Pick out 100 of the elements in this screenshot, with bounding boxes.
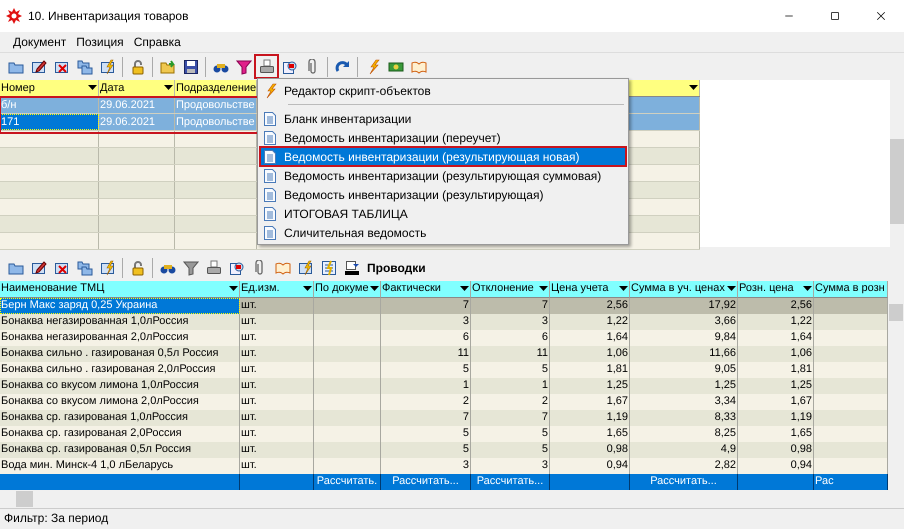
document-icon: [262, 168, 278, 184]
lightning-page-icon[interactable]: [298, 260, 314, 276]
menu-item[interactable]: ИТОГОВАЯ ТАБЛИЦА: [260, 204, 626, 223]
magnifier-icon[interactable]: [282, 58, 298, 74]
table-cell: [314, 410, 381, 426]
pencil-page-icon[interactable]: [30, 260, 46, 276]
padlock-icon[interactable]: [130, 58, 146, 74]
dropdown-caret-icon[interactable]: [727, 286, 736, 292]
table-cell: 29.06.2021: [99, 114, 175, 130]
total-cell[interactable]: Рассчитать...: [630, 474, 738, 490]
table-cell: 8,25: [630, 426, 738, 442]
folders-icon[interactable]: [76, 58, 92, 74]
column-header[interactable]: Ед.изм.: [240, 281, 314, 298]
table-cell: 11: [471, 346, 550, 362]
table-cell: [314, 314, 381, 330]
column-header[interactable]: Отклонение: [471, 281, 550, 298]
close-icon[interactable]: [875, 10, 887, 22]
table-cell: [314, 378, 381, 394]
column-header[interactable]: Дата: [99, 80, 175, 96]
table-cell: 1,06: [738, 346, 814, 362]
floppy-icon[interactable]: [182, 58, 198, 74]
document-icon: [262, 110, 278, 126]
table-cell: Бонаква негазированная 2,0лРоссия: [0, 330, 240, 346]
dropdown-caret-icon[interactable]: [689, 85, 698, 91]
table-cell: 5: [381, 426, 471, 442]
table-cell: 11: [381, 346, 471, 362]
table-cell: 171: [0, 114, 99, 130]
document-icon: [262, 148, 278, 164]
column-header[interactable]: Розн. цена: [738, 281, 814, 298]
checklist-icon[interactable]: [320, 260, 336, 276]
table-cell: 7: [471, 298, 550, 314]
dropdown-caret-icon[interactable]: [803, 286, 812, 292]
pencil-page-icon[interactable]: [30, 58, 46, 74]
magnifier-icon[interactable]: [228, 260, 244, 276]
table-cell: Бонаква сильно . газированая 0,5л Россия: [0, 346, 240, 362]
dropdown-caret-icon[interactable]: [164, 85, 173, 91]
dropdown-caret-icon[interactable]: [303, 286, 312, 292]
menu-item[interactable]: Бланк инвентаризации: [260, 109, 626, 128]
book-icon[interactable]: [410, 58, 426, 74]
padlock-icon[interactable]: [130, 260, 146, 276]
table-cell: шт.: [240, 458, 314, 474]
menu-item[interactable]: Сличительная ведомость: [260, 223, 626, 242]
dropdown-caret-icon[interactable]: [229, 286, 238, 292]
table-cell: Продовольстве: [175, 114, 257, 130]
column-header[interactable]: Цена учета: [550, 281, 630, 298]
table-cell: 2: [381, 394, 471, 410]
total-cell[interactable]: Рассчитать...: [381, 474, 471, 490]
menu-item[interactable]: Справка: [128, 32, 186, 52]
table-cell: 2: [471, 394, 550, 410]
column-header[interactable]: Наименование ТМЦ: [0, 281, 240, 298]
postings-button[interactable]: Проводки: [367, 258, 426, 276]
table-cell: 3: [471, 458, 550, 474]
menu-item[interactable]: Документ: [8, 32, 72, 52]
dropdown-caret-icon[interactable]: [619, 286, 628, 292]
column-header[interactable]: Номер: [0, 80, 99, 96]
table-cell: 0,94: [738, 458, 814, 474]
table-cell: 1,67: [738, 394, 814, 410]
menu-item[interactable]: Ведомость инвентаризации (переучет): [260, 128, 626, 147]
column-header[interactable]: Сумма в розн: [814, 281, 888, 298]
dropdown-caret-icon[interactable]: [539, 286, 548, 292]
column-header[interactable]: По докуме: [314, 281, 381, 298]
table-cell: Бонаква ср. газированая 0,5л Россия: [0, 442, 240, 458]
dropdown-caret-icon[interactable]: [460, 286, 469, 292]
menu-item[interactable]: Ведомость инвентаризации (результирующая новая): [260, 147, 626, 166]
table-cell: 1,25: [738, 378, 814, 394]
total-cell[interactable]: Рассчитать.: [314, 474, 381, 490]
column-header[interactable]: Фактически: [381, 281, 471, 298]
table-cell: Бонаква ср. газированая 1,0лРоссия: [0, 410, 240, 426]
lightning-page-icon[interactable]: [100, 58, 116, 74]
table-cell: Бонаква со вкусом лимона 2,0лРоссия: [0, 394, 240, 410]
total-cell[interactable]: Рассчитать...: [471, 474, 550, 490]
binary-page-icon[interactable]: [344, 260, 360, 276]
folders-icon[interactable]: [76, 260, 92, 276]
dropdown-caret-icon[interactable]: [370, 286, 379, 292]
open-folder-icon[interactable]: [160, 58, 176, 74]
toolbar-button[interactable]: [255, 55, 278, 78]
document-icon: [262, 186, 278, 202]
filter-icon[interactable]: [182, 260, 198, 276]
book-icon[interactable]: [274, 260, 290, 276]
menu-item[interactable]: Позиция: [71, 32, 129, 52]
table-cell: Берн Макс заряд 0,25 Украина: [0, 298, 240, 314]
menu-item[interactable]: Ведомость инвентаризации (результирующая суммовая): [260, 166, 626, 185]
total-cell[interactable]: Рас: [814, 474, 888, 490]
table-cell: шт.: [240, 314, 314, 330]
dropdown-caret-icon[interactable]: [88, 85, 97, 91]
filter-icon[interactable]: [236, 58, 252, 74]
table-cell: 1,22: [550, 314, 630, 330]
table-cell: 1,19: [550, 410, 630, 426]
table-cell: 8,33: [630, 410, 738, 426]
table-cell: [314, 442, 381, 458]
printer-icon[interactable]: [206, 260, 222, 276]
redo-arrow-icon[interactable]: [334, 58, 350, 74]
maximize-icon[interactable]: [829, 10, 841, 22]
menu-item[interactable]: Ведомость инвентаризации (результирующая): [260, 185, 626, 204]
table-cell: 1,65: [550, 426, 630, 442]
table-cell: Бонаква ср. газированая 2,0Россия: [0, 426, 240, 442]
lightning-page-icon[interactable]: [100, 260, 116, 276]
table-cell: 7: [381, 410, 471, 426]
column-header[interactable]: Сумма в уч. ценах: [630, 281, 738, 298]
menu-item[interactable]: Редактор скрипт-объектов: [260, 81, 626, 100]
